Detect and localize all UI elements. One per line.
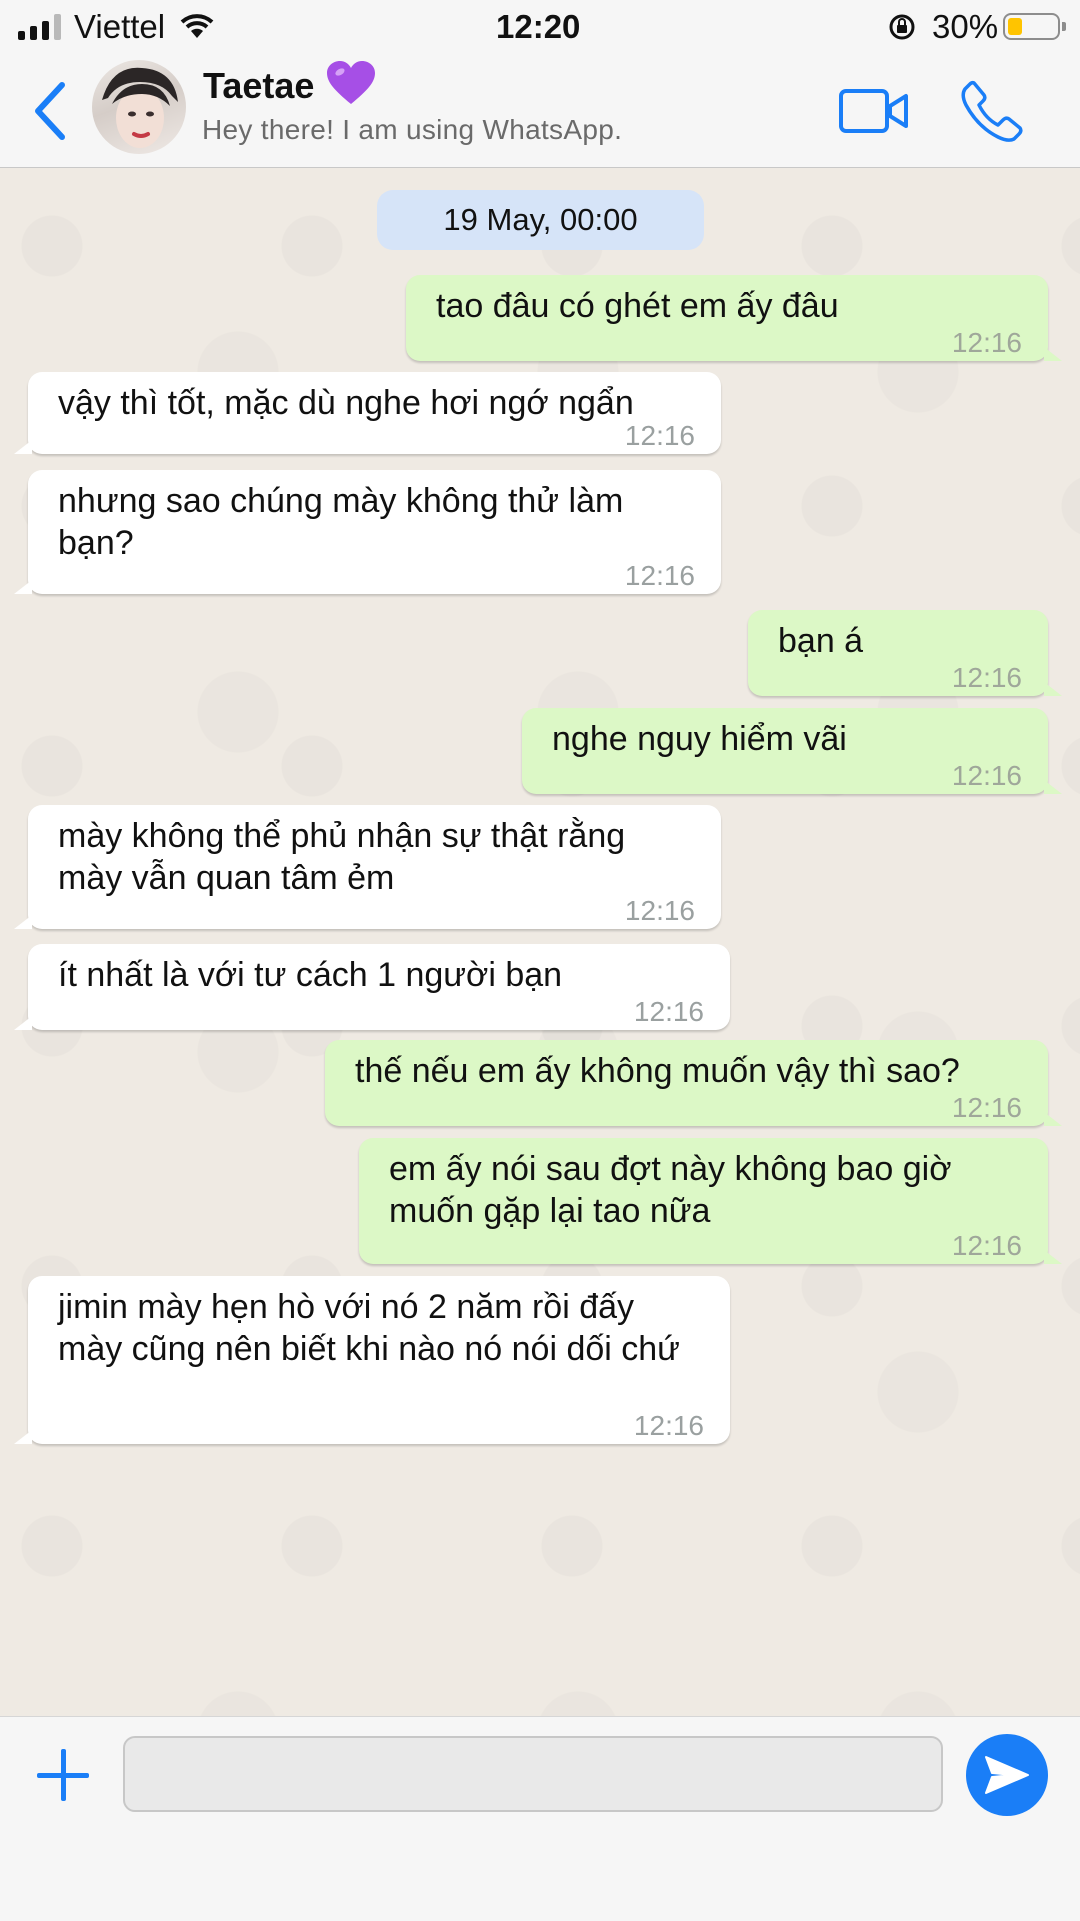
- message-text: jimin mày hẹn hò với nó 2 năm rồi đấy mà…: [58, 1288, 680, 1368]
- wifi-icon: [180, 14, 214, 38]
- send-icon: [985, 1756, 1029, 1794]
- battery-icon: [1003, 13, 1066, 40]
- message-outgoing[interactable]: bạn á 12:16: [748, 610, 1062, 696]
- status-bar: Viettel 12:20 30%: [0, 0, 1080, 55]
- message-time: 12:16: [624, 895, 695, 926]
- phone-call-icon[interactable]: [960, 79, 1024, 143]
- plus-icon[interactable]: [37, 1749, 89, 1801]
- contact-status: Hey there! I am using WhatsApp.: [202, 114, 623, 145]
- message-time: 12:16: [624, 560, 695, 591]
- message-time: 12:16: [951, 662, 1022, 693]
- input-bar: [0, 1716, 1080, 1921]
- send-button[interactable]: [966, 1734, 1048, 1816]
- battery-percent: 30%: [932, 8, 999, 45]
- clock: 12:20: [496, 8, 581, 45]
- message-time: 12:16: [624, 420, 695, 451]
- chevron-left-icon[interactable]: [30, 81, 68, 141]
- message-time: 12:16: [633, 1410, 704, 1441]
- message-time: 12:16: [951, 760, 1022, 791]
- message-text: mày không thể phủ nhận sự thật rằng mày …: [58, 817, 626, 897]
- message-text: tao đâu có ghét em ấy đâu: [436, 287, 839, 325]
- message-text: vậy thì tốt, mặc dù nghe hơi ngớ ngẩn: [58, 384, 634, 422]
- message-time: 12:16: [951, 1230, 1022, 1261]
- message-text: em ấy nói sau đợt này không bao giờ muốn…: [389, 1150, 952, 1230]
- chat-area[interactable]: 19 May, 00:00 tao đâu có ghét em ấy đâu …: [0, 168, 1080, 1716]
- message-text: nhưng sao chúng mày không thử làm bạn?: [58, 482, 624, 562]
- carrier-label: Viettel: [74, 8, 166, 45]
- date-chip: 19 May, 00:00: [377, 190, 704, 250]
- message-text: thế nếu em ấy không muốn vậy thì sao?: [355, 1052, 960, 1090]
- video-call-icon[interactable]: [838, 88, 910, 134]
- message-incoming[interactable]: jimin mày hẹn hò với nó 2 năm rồi đấy mà…: [14, 1276, 730, 1444]
- rotation-lock-icon: [889, 14, 915, 40]
- avatar[interactable]: [92, 60, 186, 154]
- message-input[interactable]: [123, 1736, 943, 1812]
- chat-header: Taetae Hey there! I am using WhatsApp.: [0, 55, 1080, 168]
- message-outgoing[interactable]: thế nếu em ấy không muốn vậy thì sao? 12…: [325, 1040, 1062, 1126]
- signal-icon: [18, 14, 61, 40]
- message-outgoing[interactable]: tao đâu có ghét em ấy đâu 12:16: [406, 275, 1062, 361]
- message-incoming[interactable]: vậy thì tốt, mặc dù nghe hơi ngớ ngẩn 12…: [14, 372, 721, 454]
- message-incoming[interactable]: nhưng sao chúng mày không thử làm bạn? 1…: [14, 470, 721, 594]
- message-incoming[interactable]: mày không thể phủ nhận sự thật rằng mày …: [14, 805, 721, 929]
- message-time: 12:16: [951, 1092, 1022, 1123]
- message-incoming[interactable]: ít nhất là với tư cách 1 người bạn 12:16: [14, 944, 730, 1030]
- message-time: 12:16: [951, 327, 1022, 358]
- contact-name[interactable]: Taetae: [203, 65, 314, 107]
- purple-heart-icon: [327, 61, 375, 104]
- message-text: bạn á: [778, 622, 864, 660]
- message-text: nghe nguy hiểm vãi: [552, 720, 847, 758]
- message-outgoing[interactable]: em ấy nói sau đợt này không bao giờ muốn…: [359, 1138, 1062, 1264]
- message-time: 12:16: [633, 996, 704, 1027]
- message-text: ít nhất là với tư cách 1 người bạn: [58, 956, 563, 994]
- message-outgoing[interactable]: nghe nguy hiểm vãi 12:16: [522, 708, 1062, 794]
